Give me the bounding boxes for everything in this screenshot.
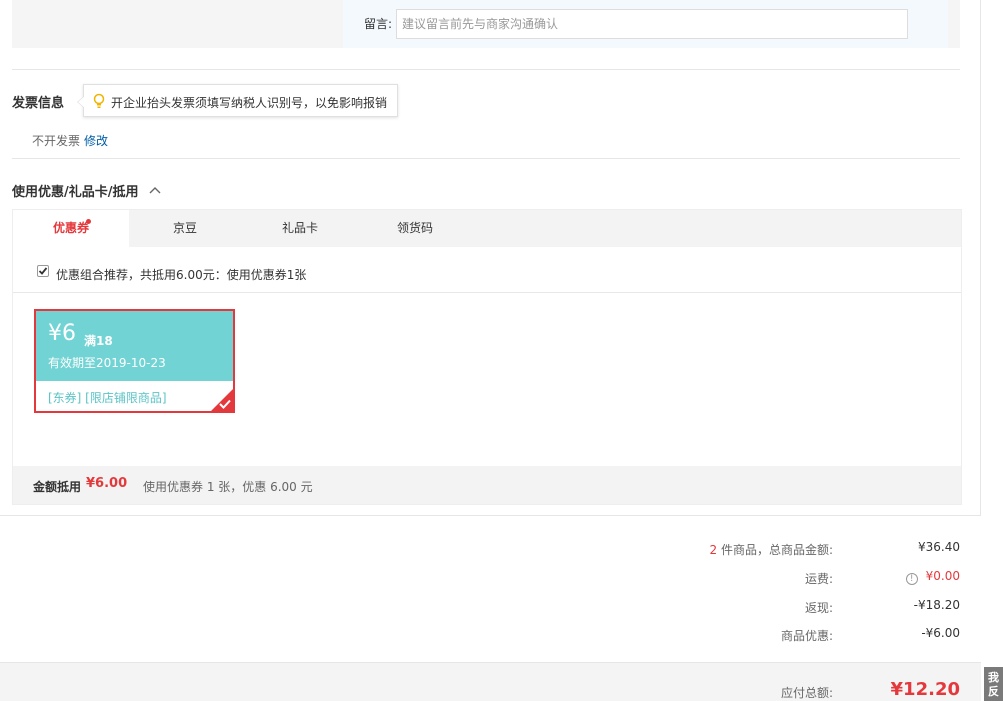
combo-text: 优惠组合推荐，共抵用6.00元：使用优惠券1张: [56, 268, 307, 282]
lightbulb-icon: [93, 93, 105, 108]
coupon-amount: ¥6: [48, 321, 76, 346]
shipping-value-wrap: ! ¥0.00: [905, 569, 960, 585]
tab-coupon[interactable]: 优惠券: [13, 210, 129, 248]
summary-items-total: ¥36.40: [918, 540, 960, 554]
coupon-expiry: 有效期至2019-10-23: [48, 356, 166, 370]
divider: [980, 0, 981, 516]
info-icon[interactable]: !: [905, 573, 918, 585]
product-discount-label: 商品优惠:: [780, 629, 833, 643]
tab-jingdou-label: 京豆: [172, 221, 197, 235]
summary-cashback-row: 返现: -¥18.20: [0, 598, 1003, 618]
coupon-condition: 满18: [84, 334, 113, 348]
invoice-title: 发票信息: [12, 96, 65, 111]
shipping-value: ¥0.00: [925, 569, 960, 583]
discount-title-text: 使用优惠/礼品卡/抵用: [12, 185, 139, 200]
tab-coupon-label: 优惠券: [52, 221, 89, 235]
chevron-up-icon[interactable]: [149, 186, 161, 194]
combo-checkbox[interactable]: [37, 265, 49, 277]
discount-tabs: 优惠券 京豆 礼品卡 领货码: [13, 210, 961, 248]
tab-pickup-code-label: 领货码: [396, 221, 433, 235]
coupon-card[interactable]: ¥6 满18 有效期至2019-10-23 [东券] [限店铺限商品]: [34, 309, 235, 413]
cashback-value: -¥18.20: [913, 598, 960, 612]
checkmark-icon: [38, 267, 48, 275]
item-label: 件商品，总商品金额:: [717, 543, 833, 557]
remark-label: 留言:: [364, 17, 393, 31]
tab-pickup-code[interactable]: 领货码: [359, 210, 471, 247]
checkout-page: 留言: 发票信息 开企业抬头发票须填写纳税人识别号，以免影响报销 不开发票 修改…: [0, 0, 1003, 701]
summary-shipping-row: 运费: ! ¥0.00: [0, 569, 1003, 589]
tab-giftcard[interactable]: 礼品卡: [241, 210, 359, 247]
divider: [12, 158, 960, 159]
summary-discount-row: 商品优惠: -¥6.00: [0, 626, 1003, 646]
discount-panel: 优惠券 京豆 礼品卡 领货码 优惠组合推荐，共抵用6.00元：使用优惠券1张 ¥…: [12, 209, 962, 505]
notification-dot: [86, 219, 91, 224]
check-icon: [219, 399, 231, 409]
remark-input[interactable]: [396, 9, 908, 39]
invoice-edit-link[interactable]: 修改: [84, 132, 108, 149]
shipping-label: 运费:: [804, 572, 833, 586]
coupon-header: ¥6 满18 有效期至2019-10-23: [36, 311, 233, 381]
invoice-tip-text: 开企业抬头发票须填写纳税人识别号，以免影响报销: [111, 96, 388, 110]
divider: [13, 292, 961, 293]
product-discount-value: -¥6.00: [921, 626, 960, 640]
total-label: 应付总额:: [780, 686, 833, 700]
divider: [0, 515, 981, 516]
item-count: 2: [709, 543, 718, 557]
discount-footer-label: 金额抵用: [33, 480, 82, 494]
tab-giftcard-label: 礼品卡: [281, 221, 318, 235]
coupon-tags: [东券] [限店铺限商品]: [48, 391, 167, 405]
divider: [12, 69, 960, 70]
cashback-label: 返现:: [804, 601, 833, 615]
summary-items-label: 2 件商品，总商品金额:: [710, 541, 834, 558]
discount-title[interactable]: 使用优惠/礼品卡/抵用: [12, 181, 161, 200]
total-value: ¥12.20: [890, 679, 960, 700]
invoice-tip: 开企业抬头发票须填写纳税人识别号，以免影响报销: [77, 84, 398, 117]
feedback-button[interactable]: 我反: [984, 667, 1003, 701]
total-bar: [0, 662, 981, 701]
discount-footer-amount: ¥6.00: [86, 476, 128, 491]
discount-footer-desc: 使用优惠券 1 张，优惠 6.00 元: [143, 480, 313, 494]
invoice-status: 不开发票: [32, 134, 81, 148]
summary-items-row: 2 件商品，总商品金额: ¥36.40: [0, 540, 1003, 560]
tab-jingdou[interactable]: 京豆: [129, 210, 241, 247]
discount-footer: 金额抵用 ¥6.00 使用优惠券 1 张，优惠 6.00 元: [13, 466, 961, 504]
